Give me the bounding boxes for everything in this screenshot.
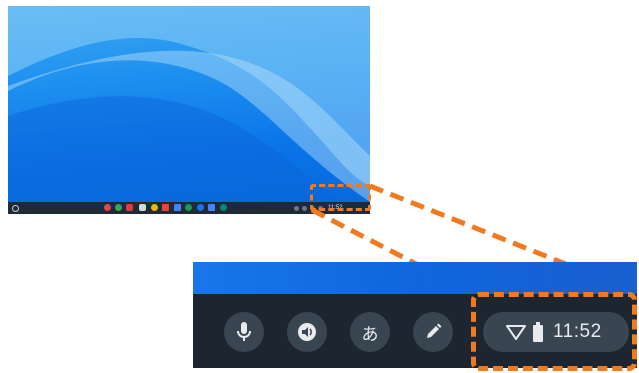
launcher-icon[interactable]: [12, 205, 19, 212]
select-to-speak-button[interactable]: [287, 312, 327, 352]
docs-icon[interactable]: [174, 204, 181, 211]
wallpaper-wave: [8, 6, 370, 202]
google-photos-icon[interactable]: [151, 204, 158, 211]
meet-icon[interactable]: [220, 204, 227, 211]
mini-mic-icon[interactable]: [294, 205, 299, 211]
play-store-icon[interactable]: [115, 204, 122, 211]
drive-icon[interactable]: [185, 204, 192, 211]
stylus-pen-icon: [427, 323, 442, 338]
microphone-icon: [237, 322, 251, 341]
desktop-screenshot: 11:52: [8, 6, 370, 214]
camera-icon[interactable]: [139, 204, 146, 211]
chrome-icon[interactable]: [104, 204, 111, 211]
ime-button[interactable]: あ: [350, 312, 390, 352]
duo-icon[interactable]: [197, 204, 204, 211]
mini-select-to-speak-icon[interactable]: [302, 205, 307, 211]
stylus-tools-button[interactable]: [413, 312, 453, 352]
zoomed-wallpaper: [193, 262, 637, 294]
select-to-speak-icon: [298, 323, 316, 341]
youtube-icon[interactable]: [126, 204, 133, 211]
highlight-box-small: [310, 184, 371, 211]
gmail-icon[interactable]: [162, 204, 169, 211]
calendar-icon[interactable]: [208, 204, 215, 211]
dictation-button[interactable]: [224, 312, 264, 352]
highlight-box-zoomed: [471, 292, 637, 371]
ime-label: あ: [361, 324, 379, 345]
